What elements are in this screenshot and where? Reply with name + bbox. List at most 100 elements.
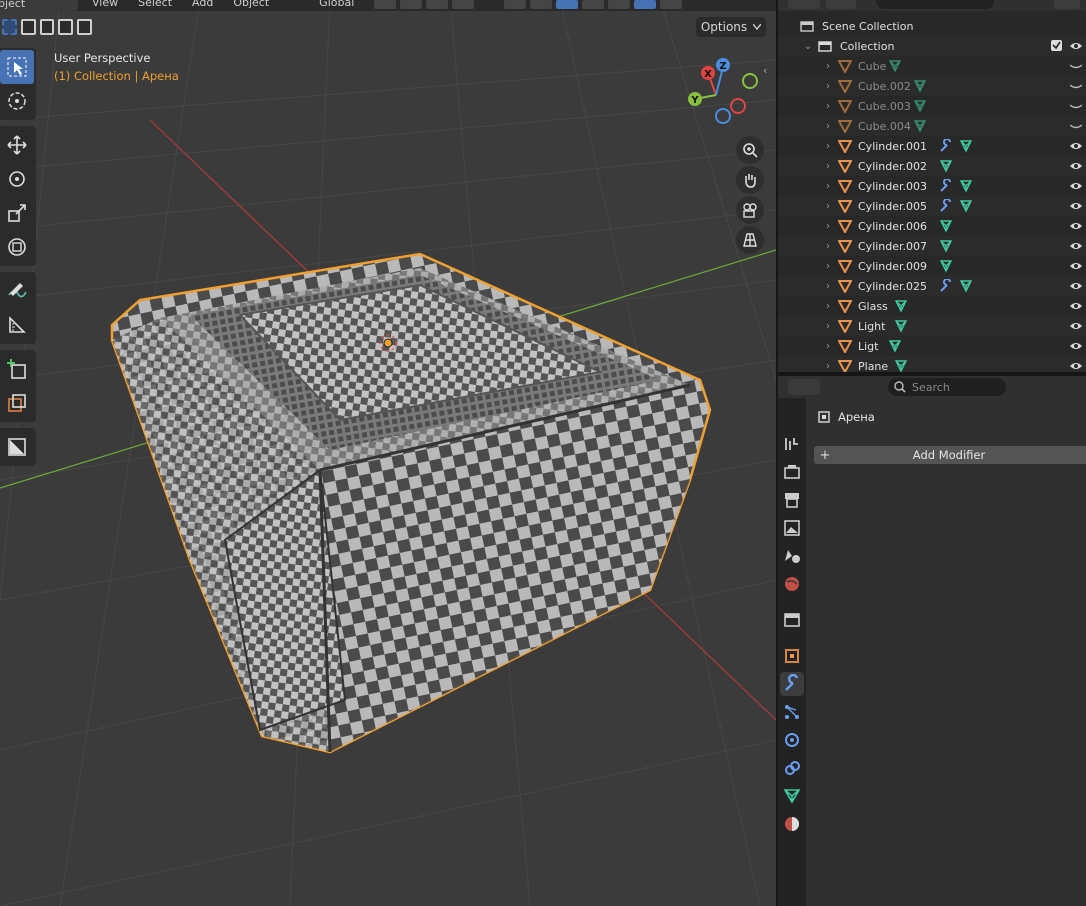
- eye-icon[interactable]: [1070, 320, 1082, 332]
- neg-x-gizmo[interactable]: [730, 98, 746, 114]
- pivot-button[interactable]: [374, 0, 397, 9]
- modifier-icon[interactable]: [780, 672, 804, 696]
- physics-icon[interactable]: [780, 728, 804, 752]
- mesh-data-icon[interactable]: [939, 239, 953, 253]
- checkbox-icon[interactable]: [1051, 40, 1062, 51]
- eye-icon[interactable]: [1070, 160, 1082, 172]
- chevron-left-icon[interactable]: ‹: [763, 64, 767, 77]
- view-layer-icon[interactable]: [780, 516, 804, 540]
- wrench-icon[interactable]: [939, 179, 953, 193]
- mesh-data-icon[interactable]: [888, 59, 902, 73]
- outliner-item[interactable]: › Cube: [778, 56, 1086, 76]
- scene-icon[interactable]: [780, 544, 804, 568]
- mode-select[interactable]: bject Mode: [0, 0, 78, 11]
- mesh-data-icon[interactable]: [913, 99, 927, 113]
- pan-hand-icon[interactable]: [736, 166, 764, 194]
- 3d-viewport[interactable]: bject Mode View Select Add Object Global…: [0, 0, 776, 906]
- falloff-button[interactable]: [452, 0, 475, 9]
- outliner-item[interactable]: › Cylinder.025: [778, 276, 1086, 296]
- outliner-item[interactable]: › Glass: [778, 296, 1086, 316]
- tool-icon[interactable]: [780, 432, 804, 456]
- outliner-item[interactable]: › Cylinder.006: [778, 216, 1086, 236]
- neg-y-gizmo[interactable]: [742, 73, 758, 89]
- move-icon[interactable]: [0, 128, 34, 162]
- chevron-right-icon[interactable]: ›: [822, 301, 834, 312]
- outliner-editor-type[interactable]: [788, 0, 820, 9]
- wrench-icon[interactable]: [939, 279, 953, 293]
- chevron-right-icon[interactable]: ›: [822, 241, 834, 252]
- scale-icon[interactable]: [0, 196, 34, 230]
- select-new-icon[interactable]: [2, 19, 17, 35]
- eye-icon[interactable]: [1070, 140, 1082, 152]
- outliner-item[interactable]: › Cube.004: [778, 116, 1086, 136]
- chevron-right-icon[interactable]: ›: [822, 61, 834, 72]
- outliner-search[interactable]: [876, 0, 994, 9]
- chevron-right-icon[interactable]: ›: [822, 161, 834, 172]
- particles-icon[interactable]: [780, 700, 804, 724]
- eye-closed-icon[interactable]: [1070, 60, 1082, 72]
- mesh-data-icon[interactable]: [939, 159, 953, 173]
- mesh-data-icon[interactable]: [913, 119, 927, 133]
- wrench-icon[interactable]: [939, 139, 953, 153]
- eye-icon[interactable]: [1070, 280, 1082, 292]
- shading-rendered-button[interactable]: [660, 0, 683, 9]
- navigation-gizmo[interactable]: X Z Y: [680, 55, 760, 135]
- mesh-data-icon[interactable]: [894, 299, 908, 313]
- proportional-button[interactable]: [426, 0, 449, 9]
- chevron-right-icon[interactable]: ›: [822, 81, 834, 92]
- options-button[interactable]: Options: [696, 17, 766, 37]
- camera-icon[interactable]: [736, 196, 764, 224]
- shading-material-button[interactable]: [634, 0, 657, 9]
- chevron-right-icon[interactable]: ›: [822, 341, 834, 352]
- outliner-item[interactable]: › Cube.002: [778, 76, 1086, 96]
- chevron-right-icon[interactable]: ›: [822, 281, 834, 292]
- chevron-right-icon[interactable]: ›: [822, 141, 834, 152]
- eye-icon[interactable]: [1070, 300, 1082, 312]
- mesh-data-icon[interactable]: [959, 179, 973, 193]
- shade-icon[interactable]: [0, 430, 34, 464]
- select-intersect-icon[interactable]: [77, 19, 92, 35]
- chevron-right-icon[interactable]: ›: [822, 261, 834, 272]
- menu-add[interactable]: Add: [192, 0, 213, 8]
- outliner-item[interactable]: › Cylinder.007: [778, 236, 1086, 256]
- gizmo-button[interactable]: [530, 0, 553, 9]
- properties-editor-type[interactable]: [788, 379, 820, 395]
- chevron-down-icon[interactable]: ⌄: [802, 41, 814, 52]
- scene-collection-row[interactable]: Scene Collection: [778, 16, 1086, 36]
- select-extend-icon[interactable]: [20, 19, 36, 35]
- output-icon[interactable]: [780, 488, 804, 512]
- collection-row[interactable]: ⌄ Collection: [778, 36, 1086, 56]
- xray-button[interactable]: [582, 0, 605, 9]
- cursor-icon[interactable]: [0, 84, 34, 118]
- arena-object[interactable]: [110, 252, 712, 754]
- eye-icon[interactable]: [1070, 340, 1082, 352]
- mesh-data-icon[interactable]: [959, 199, 973, 213]
- eye-icon[interactable]: [1070, 220, 1082, 232]
- neg-z-gizmo[interactable]: [715, 108, 731, 124]
- chevron-right-icon[interactable]: ›: [822, 321, 834, 332]
- mesh-data-icon[interactable]: [959, 279, 973, 293]
- outliner-item[interactable]: › Cylinder.005: [778, 196, 1086, 216]
- material-icon[interactable]: [780, 812, 804, 836]
- chevron-right-icon[interactable]: ›: [822, 221, 834, 232]
- extrude-icon[interactable]: [0, 386, 34, 420]
- eye-closed-icon[interactable]: [1070, 80, 1082, 92]
- properties-search[interactable]: Search: [888, 378, 1006, 396]
- eye-closed-icon[interactable]: [1070, 100, 1082, 112]
- mesh-data-icon[interactable]: [888, 339, 902, 353]
- collection-icon[interactable]: [780, 608, 804, 632]
- mesh-data-icon[interactable]: [894, 359, 908, 372]
- mesh-data-icon[interactable]: [894, 319, 908, 333]
- outliner-item[interactable]: › Light: [778, 316, 1086, 336]
- wrench-icon[interactable]: [939, 199, 953, 213]
- rotate-icon[interactable]: [0, 162, 34, 196]
- outliner-item[interactable]: › Ligt: [778, 336, 1086, 356]
- chevron-right-icon[interactable]: ›: [822, 201, 834, 212]
- mesh-data-icon[interactable]: [959, 139, 973, 153]
- eye-icon[interactable]: [1070, 240, 1082, 252]
- world-icon[interactable]: [780, 572, 804, 596]
- overlay-button[interactable]: [556, 0, 579, 9]
- menu-select[interactable]: Select: [138, 0, 172, 8]
- outliner-item[interactable]: › Plane: [778, 356, 1086, 372]
- eye-icon[interactable]: [1070, 360, 1082, 372]
